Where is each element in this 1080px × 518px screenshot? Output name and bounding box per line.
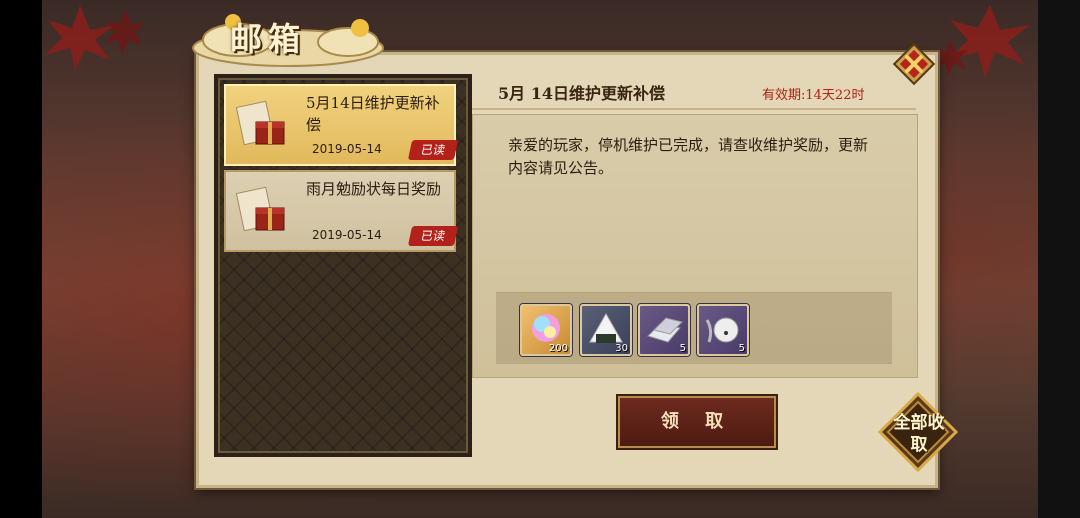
read-badge: 已读 [407,140,459,160]
reward-item-rainbow-orb[interactable]: 200 [520,304,572,356]
mail-gift-icon [236,100,285,146]
reward-item-bell-charm[interactable]: 5 [697,304,749,356]
mail-item-daily-reward[interactable]: 雨月勉励状每日奖励 2019-05-14 已读 [224,170,459,252]
claim-button[interactable]: 领 取 [618,396,776,448]
close-icon[interactable] [892,42,936,86]
reward-count: 5 [679,343,686,354]
mail-body-text: 亲爱的玩家，停机维护已完成，请查收维护奖励，更新内容请见公告。 [508,136,869,177]
claim-all-label: 全部收取 [893,413,945,455]
reward-item-silver-ingot[interactable]: 5 [638,304,690,356]
mail-title: 5月14日维护更新补偿 [306,94,440,134]
mail-item-maintenance[interactable]: 5月14日维护更新补偿 2019-05-14 已读 [224,84,459,166]
detail-title: 5月 14日维护更新补偿 [498,84,665,103]
read-badge: 已读 [407,226,459,246]
mail-date: 2019-05-14 [312,228,382,242]
reward-count: 5 [738,343,745,354]
validity-text: 有效期:14天22时 [762,88,865,103]
reward-count: 30 [615,343,628,354]
mail-gift-icon [236,186,285,232]
window-title: 邮箱 [230,20,307,58]
mail-title: 雨月勉励状每日奖励 [306,180,442,198]
reward-item-rice-ball[interactable]: 30 [580,304,632,356]
divider [472,108,916,110]
reward-count: 200 [548,343,568,354]
maple-leaf-icon [45,5,145,70]
mail-date: 2019-05-14 [312,142,382,156]
maple-leaf-icon [934,5,1030,78]
left-letterbox [0,0,42,518]
